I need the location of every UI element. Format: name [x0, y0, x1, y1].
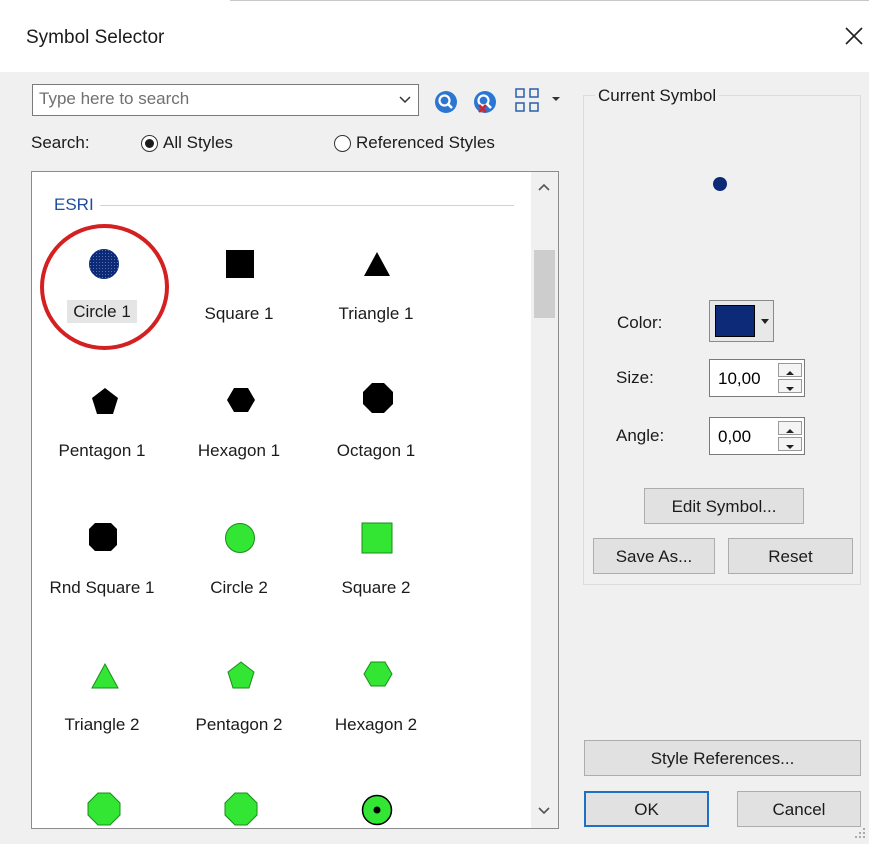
symbol-pentagon-1-icon[interactable]: [90, 386, 120, 416]
angle-decrement-button[interactable]: [778, 437, 802, 451]
group-divider: [100, 205, 514, 206]
symbol-triangle-1-icon[interactable]: [363, 251, 391, 277]
symbol-circle-2-icon[interactable]: [224, 522, 256, 554]
color-label: Color:: [617, 313, 663, 332]
symbol-label[interactable]: Square 1: [169, 304, 309, 324]
symbol-square-2-icon[interactable]: [361, 522, 393, 554]
scroll-thumb[interactable]: [534, 250, 555, 318]
symbol-label[interactable]: Hexagon 1: [169, 441, 309, 461]
symbol-label[interactable]: Triangle 1: [306, 304, 446, 324]
angle-input[interactable]: [710, 418, 786, 456]
radio-label: Referenced Styles: [356, 133, 495, 152]
symbol-bullseye-icon[interactable]: [361, 794, 393, 826]
window-edge: [230, 0, 869, 1]
cancel-button[interactable]: Cancel: [737, 791, 861, 827]
chevron-down-icon: [786, 387, 794, 391]
edit-symbol-button[interactable]: Edit Symbol...: [644, 488, 804, 524]
search-icon[interactable]: [432, 88, 460, 116]
symbol-label[interactable]: Octagon 1: [306, 441, 446, 461]
angle-increment-button[interactable]: [778, 421, 802, 435]
size-input[interactable]: [710, 360, 786, 398]
symbol-square-1-icon[interactable]: [225, 249, 255, 279]
symbol-label[interactable]: Rnd Square 1: [32, 578, 172, 598]
symbol-octagon-2-icon[interactable]: [87, 792, 121, 826]
symbol-octagon-3-icon[interactable]: [224, 792, 258, 826]
scroll-up-icon[interactable]: [537, 180, 551, 194]
search-label: Search:: [31, 133, 90, 152]
view-options-icon[interactable]: [514, 86, 566, 116]
angle-spinner[interactable]: [709, 417, 805, 456]
color-dropdown-icon: [761, 319, 769, 324]
size-label: Size:: [616, 368, 654, 387]
save-as-button[interactable]: Save As...: [593, 538, 715, 574]
symbol-hexagon-1-icon[interactable]: [226, 386, 256, 414]
reset-button[interactable]: Reset: [728, 538, 853, 574]
symbol-label[interactable]: Hexagon 2: [306, 715, 446, 735]
clear-search-icon[interactable]: [470, 88, 500, 116]
symbol-label[interactable]: Pentagon 2: [169, 715, 309, 735]
radio-label: All Styles: [163, 133, 233, 152]
symbol-rnd-square-1-icon[interactable]: [88, 522, 118, 552]
symbol-hexagon-2-icon[interactable]: [363, 660, 393, 688]
resize-grip-icon[interactable]: [853, 826, 867, 840]
style-references-button[interactable]: Style References...: [584, 740, 861, 776]
search-combobox[interactable]: [32, 84, 419, 116]
chevron-down-icon[interactable]: [398, 93, 412, 107]
color-swatch: [715, 305, 755, 337]
close-button[interactable]: [838, 18, 868, 54]
size-spinner[interactable]: [709, 359, 805, 398]
symbol-triangle-2-icon[interactable]: [90, 662, 120, 690]
window-title: Symbol Selector: [26, 27, 165, 48]
angle-label: Angle:: [616, 426, 665, 445]
chevron-down-icon: [786, 445, 794, 449]
symbol-pentagon-2-icon[interactable]: [226, 660, 256, 690]
radio-indicator[interactable]: [141, 134, 158, 152]
symbol-octagon-1-icon[interactable]: [362, 382, 394, 414]
current-symbol-legend: Current Symbol: [595, 86, 720, 106]
symbol-label[interactable]: Square 2: [306, 578, 446, 598]
symbol-label[interactable]: Pentagon 1: [32, 441, 172, 461]
symbol-label[interactable]: Triangle 2: [32, 715, 172, 735]
close-icon: [845, 27, 863, 45]
current-symbol-preview: [713, 177, 727, 191]
symbol-label[interactable]: Circle 2: [169, 578, 309, 598]
radio-referenced-styles[interactable]: Referenced Styles: [334, 133, 495, 153]
chevron-up-icon: [786, 429, 794, 433]
ok-button[interactable]: OK: [584, 791, 709, 827]
symbol-list-scrollbar[interactable]: [531, 172, 558, 828]
group-label: ESRI: [54, 195, 94, 214]
size-decrement-button[interactable]: [778, 379, 802, 393]
radio-all-styles[interactable]: All Styles: [141, 133, 233, 153]
search-input[interactable]: [33, 85, 379, 113]
color-picker-button[interactable]: [709, 300, 774, 342]
selection-highlight-ring: [40, 224, 169, 350]
size-increment-button[interactable]: [778, 363, 802, 377]
chevron-up-icon: [786, 371, 794, 375]
radio-indicator[interactable]: [334, 134, 351, 152]
scroll-down-icon[interactable]: [537, 804, 551, 818]
